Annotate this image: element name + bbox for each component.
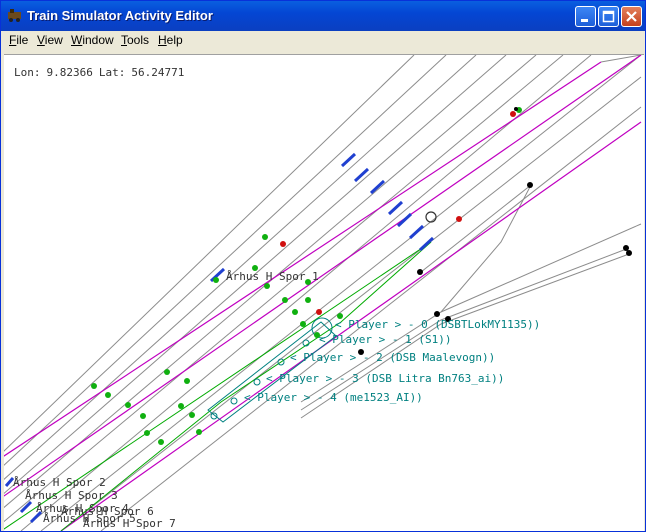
menu-help[interactable]: Help (158, 33, 183, 47)
coordinate-readout: Lon: 9.82366 Lat: 56.24771 (14, 66, 190, 79)
train-app-icon (8, 9, 21, 22)
lat-label: Lat: (98, 66, 126, 79)
window-title: Train Simulator Activity Editor (27, 8, 213, 23)
minimize-button[interactable] (575, 6, 596, 27)
consist-label-3: < Player > - 3 (DSB Litra Bn763_ai)) (266, 372, 504, 385)
track-label-spor7: Århus H Spor 7 (83, 517, 176, 530)
menu-view[interactable]: View (37, 33, 63, 47)
menu-tools[interactable]: Tools (121, 33, 149, 47)
close-icon (626, 11, 637, 22)
lon-label: Lon: (14, 66, 41, 79)
app-window: Train Simulator Activity Editor File Vie… (0, 0, 646, 532)
maximize-icon (602, 10, 615, 23)
consist-label-0: < Player > - 0 (DSBTLokMY1135)) (335, 318, 540, 331)
route-lines (4, 55, 642, 531)
track-lines (4, 55, 642, 531)
track-label-spor2: Århus H Spor 2 (13, 476, 106, 489)
close-button[interactable] (621, 6, 642, 27)
track-label-spor1: Århus H Spor 1 (226, 270, 319, 283)
selection-ring[interactable] (425, 211, 437, 223)
consist-label-1: < Player > - 1 (S1)) (319, 333, 451, 346)
menu-window[interactable]: Window (71, 33, 114, 47)
lon-value: 9.82366 (46, 66, 93, 79)
title-bar[interactable]: Train Simulator Activity Editor (1, 1, 645, 31)
consist-label-2: < Player > - 2 (DSB Maalevogn)) (290, 351, 495, 364)
track-map[interactable]: Århus H Spor 1 Århus H Spor 2 Århus H Sp… (4, 55, 644, 531)
lat-value: 56.24771 (131, 66, 185, 79)
consist-label-4: < Player > - 4 (me1523_AI)) (244, 391, 423, 404)
minimize-icon (581, 19, 588, 22)
maximize-button[interactable] (598, 6, 619, 27)
track-label-spor3: Århus H Spor 3 (25, 489, 118, 502)
menu-file[interactable]: File (9, 33, 28, 47)
menu-bar: File View Window Tools Help (1, 31, 645, 49)
map-canvas[interactable]: Århus H Spor 1 Århus H Spor 2 Århus H Sp… (4, 54, 644, 531)
